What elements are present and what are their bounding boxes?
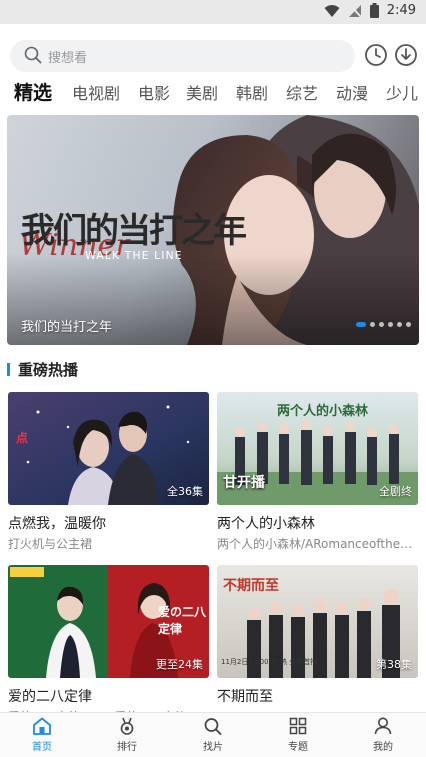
svg-text:点: 点 bbox=[16, 430, 28, 445]
video-card[interactable]: 不期而至 11月2日18:00 优 热 全网首播 第38集 不期而至 bbox=[217, 565, 418, 705]
banner-pagination bbox=[356, 322, 411, 327]
tab-tv-series[interactable]: 电视剧 bbox=[72, 80, 120, 104]
poster-title-text: 不期而至 bbox=[223, 578, 279, 594]
video-subtitle: 两个人的小森林/ARomanceoftheLittleForest bbox=[217, 537, 418, 551]
nav-ranking[interactable]: 排行 bbox=[97, 717, 157, 753]
banner-title-art: 我们的当打之年 bbox=[21, 211, 247, 251]
tab-kids[interactable]: 少儿 bbox=[386, 80, 418, 104]
pagination-dot-active bbox=[356, 322, 366, 327]
episode-badge: 全36集 bbox=[167, 485, 203, 498]
episode-badge: 全剧终 bbox=[379, 485, 412, 498]
section-accent-bar bbox=[7, 362, 10, 376]
video-thumbnail: 两个人的小森林 甘开播 全剧终 bbox=[217, 392, 418, 505]
clock-icon bbox=[365, 44, 387, 66]
home-icon bbox=[33, 717, 51, 735]
poster-title-text: 爱の二八定律 bbox=[158, 605, 207, 636]
signal-off-icon bbox=[348, 3, 362, 18]
search-input[interactable]: 搜想看 bbox=[10, 40, 355, 72]
episode-badge: 更至24集 bbox=[156, 658, 203, 671]
history-button[interactable] bbox=[364, 43, 388, 67]
video-card[interactable]: 爱の二八定律 更至24集 爱的二八定律 爱的二八定律2023 爱的二八定律 bbox=[8, 565, 209, 724]
banner-caption: 我们的当打之年 bbox=[21, 320, 113, 335]
tab-movies[interactable]: 电影 bbox=[138, 80, 170, 104]
battery-icon bbox=[369, 3, 379, 18]
status-bar: 2:49 bbox=[0, 0, 426, 24]
search-placeholder: 搜想看 bbox=[48, 51, 88, 66]
status-time: 2:49 bbox=[386, 3, 416, 18]
video-thumbnail: 爱の二八定律 更至24集 bbox=[8, 565, 209, 678]
video-card[interactable]: 点 全36集 点燃我，温暖你 打火机与公主裙 bbox=[8, 392, 209, 551]
section-title: 重磅热播 bbox=[18, 360, 79, 379]
download-icon bbox=[395, 44, 417, 66]
pagination-dot bbox=[370, 322, 375, 327]
pagination-dot bbox=[379, 322, 384, 327]
category-tabs: 精选 电视剧 电影 美剧 韩剧 综艺 动漫 少儿 bbox=[0, 80, 426, 108]
banner-title-english: WALK THE LINE bbox=[85, 249, 183, 262]
search-icon bbox=[24, 46, 42, 64]
nav-label: 首页 bbox=[32, 742, 52, 753]
hero-banner[interactable]: Winner 我们的当打之年 WALK THE LINE 我们的当打之年 bbox=[7, 115, 419, 345]
wifi-icon bbox=[324, 4, 340, 17]
nav-label: 我的 bbox=[373, 742, 393, 753]
tab-anime[interactable]: 动漫 bbox=[336, 80, 368, 104]
video-title: 不期而至 bbox=[217, 689, 273, 705]
nav-label: 专题 bbox=[288, 742, 308, 753]
tab-k-dramas[interactable]: 韩剧 bbox=[236, 80, 268, 104]
tab-us-dramas[interactable]: 美剧 bbox=[186, 80, 218, 104]
video-title: 两个人的小森林 bbox=[217, 516, 315, 532]
search-row: 搜想看 bbox=[10, 40, 418, 72]
pagination-dot bbox=[397, 322, 402, 327]
nav-label: 排行 bbox=[117, 742, 137, 753]
video-thumbnail: 点 全36集 bbox=[8, 392, 209, 505]
nav-mine[interactable]: 我的 bbox=[353, 717, 413, 753]
video-thumbnail: 不期而至 11月2日18:00 优 热 全网首播 第38集 bbox=[217, 565, 418, 678]
episode-badge: 第38集 bbox=[376, 658, 412, 671]
user-icon bbox=[374, 717, 392, 735]
pagination-dot bbox=[406, 322, 411, 327]
download-button[interactable] bbox=[394, 43, 418, 67]
medal-icon bbox=[120, 717, 134, 735]
video-subtitle: 打火机与公主裙 bbox=[8, 537, 93, 551]
video-title: 爱的二八定律 bbox=[8, 689, 92, 705]
search-icon bbox=[204, 718, 222, 735]
poster-tagline: 甘开播 bbox=[223, 475, 265, 491]
video-card[interactable]: 两个人的小森林 甘开播 全剧终 两个人的小森林 两个人的小森林/ARomance… bbox=[217, 392, 418, 551]
nav-topics[interactable]: 专题 bbox=[268, 717, 328, 753]
nav-home[interactable]: 首页 bbox=[12, 717, 72, 753]
poster-tagline: 11月2日18:00 优 热 全网首播 bbox=[221, 658, 318, 666]
video-title: 点燃我，温暖你 bbox=[8, 516, 106, 532]
poster-title-text: 两个人的小森林 bbox=[277, 404, 369, 419]
nav-find[interactable]: 找片 bbox=[183, 717, 243, 753]
nav-label: 找片 bbox=[203, 742, 223, 753]
status-icons: 2:49 bbox=[324, 3, 416, 18]
bottom-navigation: 首页 排行 找片 专题 我的 bbox=[0, 712, 426, 757]
tab-featured[interactable]: 精选 bbox=[14, 80, 52, 105]
grid-icon bbox=[289, 717, 307, 735]
tab-variety[interactable]: 综艺 bbox=[286, 80, 318, 104]
pagination-dot bbox=[388, 322, 393, 327]
section-header: 重磅热播 bbox=[7, 360, 79, 379]
